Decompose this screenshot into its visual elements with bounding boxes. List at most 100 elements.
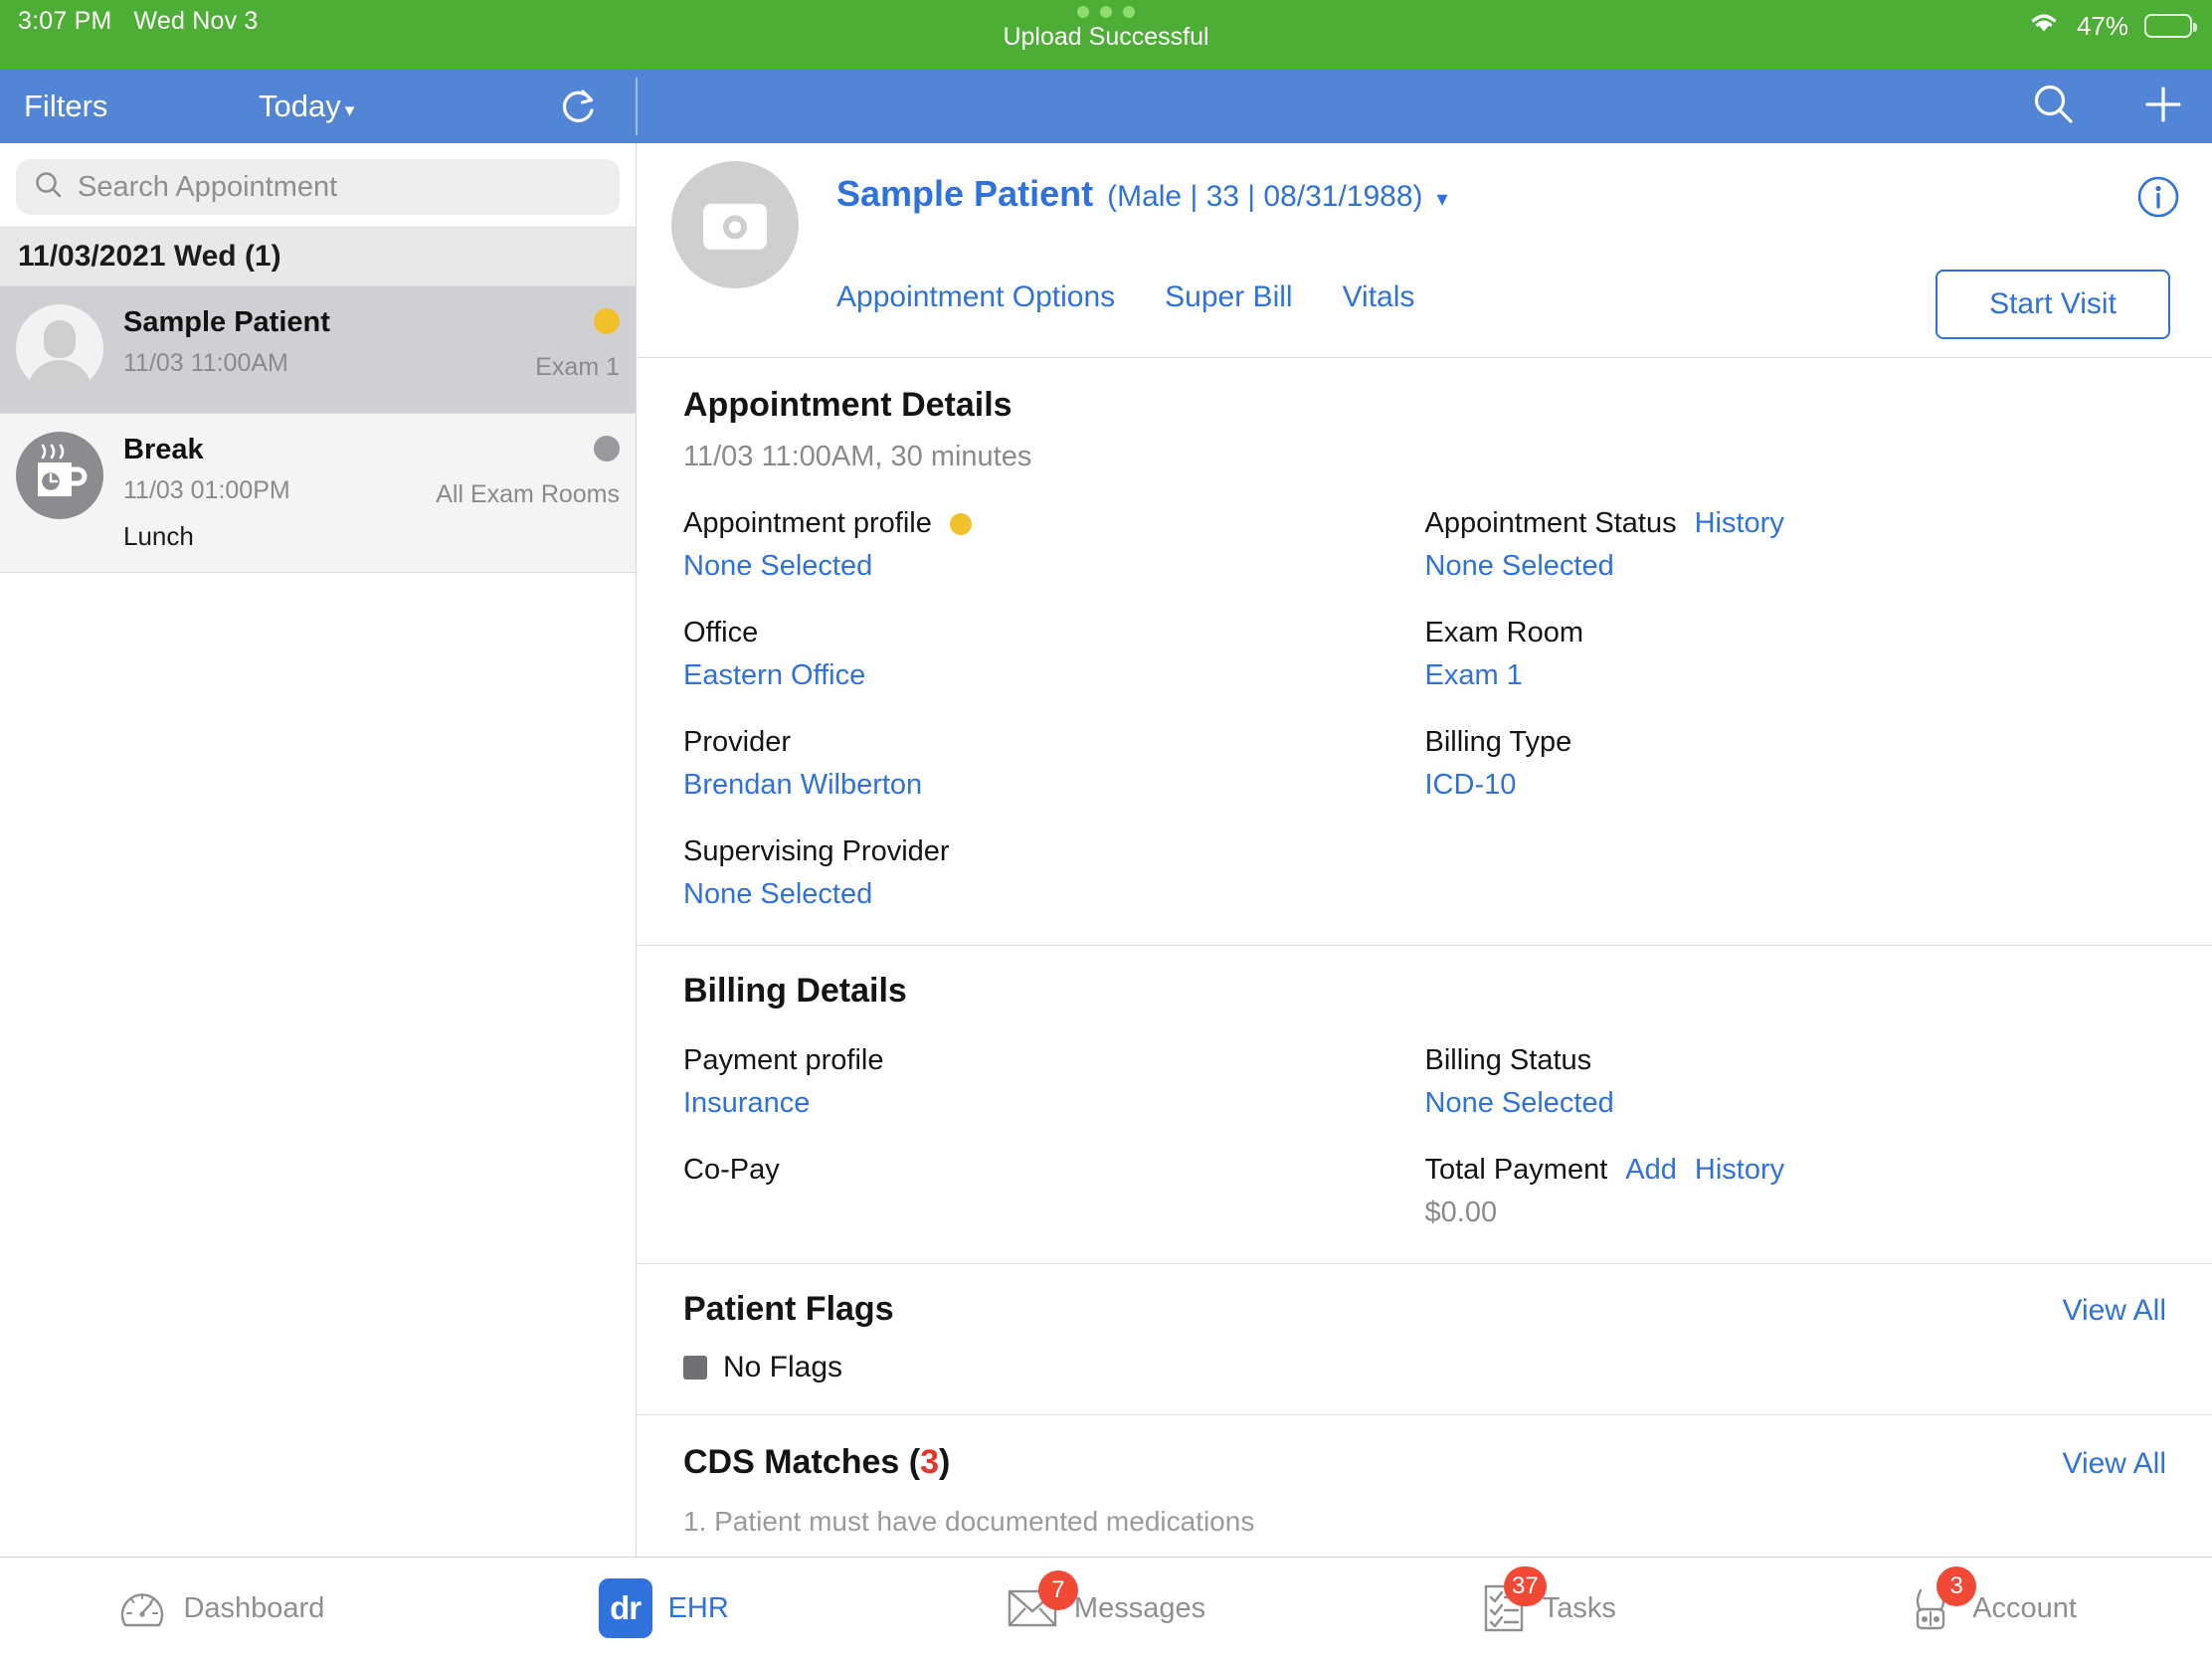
- field-label-text: Appointment Status: [1424, 507, 1677, 539]
- patient-tabs: Appointment Options Super Bill Vitals: [836, 280, 1414, 314]
- camera-lens: [723, 215, 747, 240]
- appointment-time: 11/03 11:00AM: [123, 349, 288, 377]
- status-badge: 37: [1504, 1567, 1547, 1606]
- field-value[interactable]: None Selected: [683, 550, 1425, 583]
- status-bar-right: 47%: [2027, 10, 2197, 42]
- patient-flags-section: Patient Flags View All No Flags: [638, 1264, 2212, 1414]
- field-label-text: Total Payment: [1424, 1154, 1608, 1186]
- field-value[interactable]: ICD-10: [1425, 769, 2167, 802]
- field-label: Appointment profile: [683, 507, 1425, 540]
- billing-fields-grid: Payment profile Insurance Co-Pay Billing…: [683, 1011, 2166, 1229]
- view-all-cds-link[interactable]: View All: [2062, 1447, 2166, 1481]
- list-item[interactable]: 1. Patient must have documented medicati…: [683, 1506, 2166, 1538]
- app-root: 3:07 PM Wed Nov 3 Upload Successful 47%: [0, 0, 2212, 1659]
- flag-label: No Flags: [723, 1351, 843, 1383]
- patient-header: Sample Patient (Male | 33 | 08/31/1988) …: [638, 143, 2212, 288]
- profile-status-dot-icon: [949, 512, 972, 535]
- bottom-tab-bar: Dashboard dr EHR 7 Messages 37 Tasks 3 A…: [0, 1557, 2212, 1659]
- appointment-meta: Exam 1: [371, 304, 620, 382]
- appointment-info: Break 11/03 01:00PM Lunch: [123, 432, 351, 552]
- section-header: CDS Matches (3) View All: [683, 1443, 2166, 1482]
- flag-row: No Flags: [683, 1351, 2166, 1384]
- wifi-icon: [2027, 10, 2061, 42]
- field-value[interactable]: Insurance: [683, 1087, 1425, 1120]
- total-payment-amount: $0.00: [1424, 1197, 1498, 1228]
- section-header: Patient Flags View All: [683, 1290, 2166, 1329]
- search-icon[interactable]: [2031, 82, 2077, 132]
- tab-label: Account: [1972, 1591, 2077, 1624]
- filters-button[interactable]: Filters: [24, 89, 107, 124]
- field-total-payment: Total Payment Add History $0.00: [1425, 1154, 2167, 1229]
- billing-fields-left: Payment profile Insurance Co-Pay: [683, 1011, 1425, 1229]
- add-payment-link[interactable]: Add: [1625, 1154, 1677, 1187]
- chevron-down-icon: ▾: [1436, 186, 1448, 211]
- cds-title-prefix: CDS Matches (: [683, 1443, 921, 1481]
- refresh-icon[interactable]: [559, 87, 599, 133]
- field-label: Total Payment Add History: [1425, 1154, 2167, 1187]
- field-label: Exam Room: [1425, 617, 2167, 649]
- appointment-note: Lunch: [123, 521, 194, 551]
- tab-ehr[interactable]: dr EHR: [443, 1558, 885, 1659]
- status-history-link[interactable]: History: [1695, 507, 1784, 540]
- info-icon[interactable]: [2136, 175, 2180, 224]
- today-dropdown[interactable]: Today ▾: [259, 89, 354, 124]
- field-label-text: Payment profile: [683, 1044, 884, 1076]
- top-nav-bar: Filters Today ▾: [0, 70, 2212, 143]
- day-header: 11/03/2021 Wed (1): [0, 227, 636, 286]
- section-title: Patient Flags: [683, 1290, 894, 1328]
- appointment-info: Sample Patient 11/03 11:00AM: [123, 304, 351, 378]
- field-billing-status: Billing Status None Selected: [1425, 1044, 2167, 1120]
- patient-avatar-icon: [16, 304, 103, 392]
- checklist-icon: 37: [1481, 1567, 1547, 1634]
- patient-name-dropdown[interactable]: Sample Patient (Male | 33 | 08/31/1988) …: [836, 173, 1448, 215]
- tab-label: Tasks: [1542, 1591, 1616, 1624]
- field-label-text: Billing Type: [1424, 726, 1572, 758]
- field-value[interactable]: None Selected: [683, 878, 1425, 911]
- tab-tasks[interactable]: 37 Tasks: [1327, 1558, 1769, 1659]
- nav-right-group: [2031, 70, 2186, 143]
- status-badge: 3: [1936, 1567, 1977, 1606]
- field-appointment-status: Appointment Status History None Selected: [1425, 507, 2167, 583]
- field-value[interactable]: Brendan Wilberton: [683, 769, 1425, 802]
- payment-history-link[interactable]: History: [1695, 1154, 1784, 1187]
- start-visit-button[interactable]: Start Visit: [1936, 270, 2170, 339]
- tab-label: Messages: [1073, 1591, 1206, 1624]
- search-input[interactable]: [78, 170, 602, 204]
- field-provider: Provider Brendan Wilberton: [683, 726, 1425, 802]
- billing-fields-right: Billing Status None Selected Total Payme…: [1425, 1011, 2167, 1229]
- tab-vitals[interactable]: Vitals: [1343, 280, 1415, 314]
- appointment-list-item[interactable]: Sample Patient 11/03 11:00AM Exam 1: [0, 286, 636, 414]
- field-billing-type: Billing Type ICD-10: [1425, 726, 2167, 802]
- cds-title-suffix: ): [938, 1443, 951, 1481]
- today-label: Today: [259, 89, 341, 123]
- tab-appointment-options[interactable]: Appointment Options: [836, 280, 1115, 314]
- field-value[interactable]: Exam 1: [1425, 659, 2167, 692]
- avatar-head: [44, 320, 76, 358]
- dr-tile: dr: [598, 1578, 652, 1638]
- field-value[interactable]: None Selected: [1425, 550, 2167, 583]
- field-appointment-profile: Appointment profile None Selected: [683, 507, 1425, 583]
- field-payment-profile: Payment profile Insurance: [683, 1044, 1425, 1120]
- field-value[interactable]: None Selected: [1425, 1087, 2167, 1120]
- field-value[interactable]: Eastern Office: [683, 659, 1425, 692]
- appointment-room: Exam 1: [535, 353, 620, 381]
- appointment-list-item[interactable]: Break 11/03 01:00PM Lunch All Exam Rooms: [0, 414, 636, 573]
- progress-dot: [1100, 6, 1112, 18]
- tab-account[interactable]: 3 Account: [1769, 1558, 2212, 1659]
- appointment-fields-right: Appointment Status History None Selected…: [1425, 473, 2167, 911]
- appointment-details-section: Appointment Details 11/03 11:00AM, 30 mi…: [638, 358, 2212, 945]
- tab-label: EHR: [667, 1591, 729, 1624]
- search-appointment-box[interactable]: [16, 159, 620, 215]
- field-supervising-provider: Supervising Provider None Selected: [683, 835, 1425, 911]
- appointment-room: All Exam Rooms: [436, 480, 620, 508]
- tab-dashboard[interactable]: Dashboard: [0, 1558, 443, 1659]
- battery-percent-label: 47%: [2076, 10, 2128, 41]
- status-dot-icon: [594, 436, 620, 461]
- field-label: Billing Type: [1425, 726, 2167, 759]
- field-exam-room: Exam Room Exam 1: [1425, 617, 2167, 692]
- flag-color-swatch-icon: [683, 1356, 707, 1380]
- tab-super-bill[interactable]: Super Bill: [1165, 280, 1292, 314]
- plus-icon[interactable]: [2140, 82, 2186, 132]
- view-all-flags-link[interactable]: View All: [2062, 1294, 2166, 1328]
- tab-messages[interactable]: 7 Messages: [885, 1558, 1328, 1659]
